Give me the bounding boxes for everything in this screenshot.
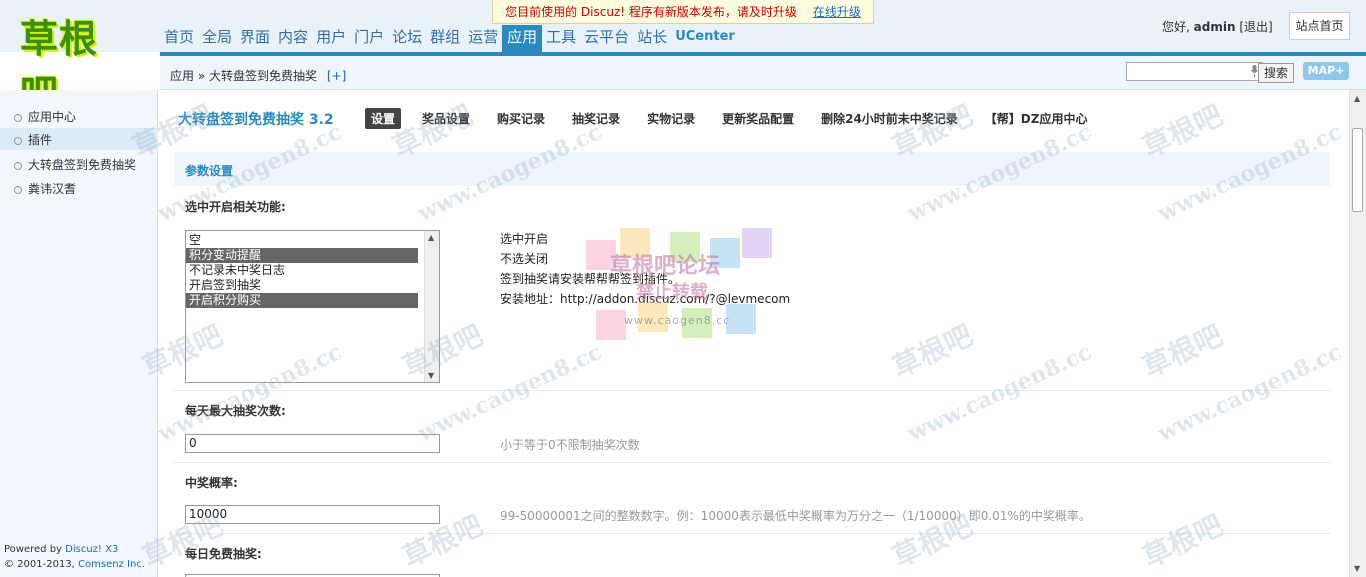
nav-item-portal[interactable]: 门户: [350, 27, 388, 52]
nav-item-global[interactable]: 全局: [198, 27, 236, 52]
daily-free-label: 每日免费抽奖:: [185, 547, 262, 561]
tab-app-center[interactable]: 【帮】DZ应用中心: [979, 108, 1094, 129]
probability-input[interactable]: 10000: [185, 505, 440, 524]
nav-item-founder[interactable]: 站长: [633, 27, 671, 52]
breadcrumb: 应用 » 大转盘签到免费抽奖 [+]: [170, 67, 346, 84]
notice-text: 您目前使用的 Discuz! 程序有新版本发布，请及时升级: [505, 5, 797, 19]
max-draws-label: 每天最大抽奖次数:: [185, 404, 286, 418]
bullet-icon: [14, 185, 22, 194]
site-logo[interactable]: 草根吧: [20, 8, 132, 116]
divider: [174, 462, 1330, 463]
max-draws-input[interactable]: 0: [185, 434, 440, 453]
sidebar-item-app-center[interactable]: 应用中心: [14, 108, 76, 125]
scroll-down-icon[interactable]: ▼: [1354, 564, 1360, 573]
upgrade-notice: 您目前使用的 Discuz! 程序有新版本发布，请及时升级 在线升级: [492, 0, 874, 24]
breadcrumb-current: 大转盘签到免费抽奖: [209, 69, 318, 83]
nav-item-forum[interactable]: 论坛: [388, 27, 426, 52]
help-line: 不选关闭: [500, 252, 549, 266]
scrollbar-thumb[interactable]: [1352, 128, 1363, 212]
sidebar-item-label: 粪讳汉耆: [28, 182, 77, 196]
help-line: 安装地址：http://addon.discuz.com/?@levmecom: [500, 292, 791, 306]
tab-prize-settings[interactable]: 奖品设置: [416, 108, 476, 129]
option-empty[interactable]: 空: [186, 233, 418, 248]
help-line: 签到抽奖请安装帮帮帮签到插件。: [500, 272, 681, 286]
tab-delete-old-records[interactable]: 删除24小时前未中奖记录: [815, 108, 964, 129]
logout-link[interactable]: [退出]: [1239, 20, 1272, 34]
section-title: 参数设置: [185, 164, 234, 178]
divider: [174, 390, 1330, 391]
sidebar: 应用中心 插件 大转盘签到免费抽奖 粪讳汉耆: [0, 90, 158, 577]
nav-item-user[interactable]: 用户: [312, 27, 350, 52]
main-content: 大转盘签到免费抽奖 3.2 设置 奖品设置 购买记录 抽奖记录 实物记录 更新奖…: [158, 90, 1348, 577]
tab-update-prizes[interactable]: 更新奖品配置: [716, 108, 800, 129]
scroll-up-icon[interactable]: ▲: [1354, 94, 1360, 103]
option-credit-buy[interactable]: 开启积分购买: [186, 293, 418, 308]
option-credit-notice[interactable]: 积分变动提醒: [186, 248, 418, 263]
upgrade-link[interactable]: 在线升级: [813, 5, 861, 19]
bullet-icon: [14, 113, 22, 122]
add-shortcut-link[interactable]: [+]: [327, 69, 346, 83]
user-info: 您好, admin [退出]: [1162, 18, 1273, 35]
nav-item-tools[interactable]: 工具: [542, 27, 580, 52]
nav-item-ucenter[interactable]: UCenter: [671, 27, 739, 52]
bullet-icon: [14, 136, 22, 145]
probability-label: 中奖概率:: [185, 476, 238, 490]
username: admin: [1193, 20, 1236, 34]
probability-tip: 99-50000001之间的整数数字。例：10000表示最低中奖概率为万分之一（…: [500, 509, 1091, 523]
map-button[interactable]: MAP+: [1303, 62, 1349, 80]
nav-item-cloud[interactable]: 云平台: [580, 27, 633, 52]
bullet-icon: [14, 161, 22, 170]
discuz-link[interactable]: Discuz! X3: [65, 544, 118, 555]
comsenz-link[interactable]: Comsenz Inc.: [78, 559, 145, 570]
site-home-button[interactable]: 站点首页: [1289, 12, 1350, 40]
scroll-up-icon[interactable]: ▲: [428, 233, 434, 242]
main-nav: 首页 全局 界面 内容 用户 门户 论坛 群组 运营 应用 工具 云平台 站长 …: [160, 24, 739, 52]
help-line: 选中开启: [500, 232, 549, 246]
powered-text: Powered by: [4, 544, 62, 555]
option-no-log[interactable]: 不记录未中奖日志: [186, 263, 418, 278]
max-draws-tip: 小于等于0不限制抽奖次数: [500, 438, 640, 452]
nav-item-home[interactable]: 首页: [160, 27, 198, 52]
sidebar-item-label: 应用中心: [28, 110, 77, 124]
sidebar-item-plugins[interactable]: 插件: [0, 128, 158, 150]
copyright-footer: Powered by Discuz! X3 © 2001-2013, Comse…: [4, 542, 145, 572]
nav-item-extended[interactable]: 运营: [464, 27, 502, 52]
features-multiselect[interactable]: 空 积分变动提醒 不记录未中奖日志 开启签到抽奖 开启积分购买 ▲ ▼: [185, 230, 440, 383]
tab-settings[interactable]: 设置: [365, 108, 402, 129]
features-help: 选中开启 不选关闭 签到抽奖请安装帮帮帮签到插件。 安装地址：http://ad…: [500, 229, 790, 309]
plugin-title: 大转盘签到免费抽奖 3.2: [178, 112, 334, 128]
option-signin-draw[interactable]: 开启签到抽奖: [186, 278, 418, 293]
sidebar-item-label: 大转盘签到免费抽奖: [28, 158, 137, 172]
scroll-down-icon[interactable]: ▼: [428, 371, 434, 380]
breadcrumb-root[interactable]: 应用: [170, 69, 194, 83]
sidebar-item-label: 插件: [28, 133, 53, 147]
section-header: 参数设置: [174, 152, 1330, 186]
sidebar-item-other[interactable]: 粪讳汉耆: [14, 180, 76, 197]
tab-purchase-log[interactable]: 购买记录: [491, 108, 551, 129]
nav-item-style[interactable]: 界面: [236, 27, 274, 52]
sidebar-item-lottery[interactable]: 大转盘签到免费抽奖: [14, 156, 136, 173]
greeting-text: 您好,: [1162, 20, 1190, 34]
nav-item-group[interactable]: 群组: [426, 27, 464, 52]
listbox-scrollbar[interactable]: ▲ ▼: [424, 231, 439, 382]
nav-item-content[interactable]: 内容: [274, 27, 312, 52]
search-input[interactable]: [1126, 62, 1263, 81]
features-label: 选中开启相关功能:: [185, 200, 286, 214]
tab-draw-log[interactable]: 抽奖记录: [566, 108, 626, 129]
nav-item-plugin[interactable]: 应用: [502, 25, 543, 52]
copyright-text: © 2001-2013,: [4, 559, 75, 570]
breadcrumb-bar: 应用 » 大转盘签到免费抽奖 [+] 搜索 MAP+: [160, 56, 1366, 90]
breadcrumb-sep: »: [197, 69, 206, 83]
tab-physical-log[interactable]: 实物记录: [641, 108, 701, 129]
microphone-icon[interactable]: [1251, 65, 1258, 77]
divider: [174, 533, 1330, 534]
search-button[interactable]: 搜索: [1258, 63, 1294, 83]
page-scrollbar[interactable]: ▲ ▼: [1349, 90, 1366, 577]
plugin-tabs: 设置 奖品设置 购买记录 抽奖记录 实物记录 更新奖品配置 删除24小时前未中奖…: [365, 108, 1108, 129]
